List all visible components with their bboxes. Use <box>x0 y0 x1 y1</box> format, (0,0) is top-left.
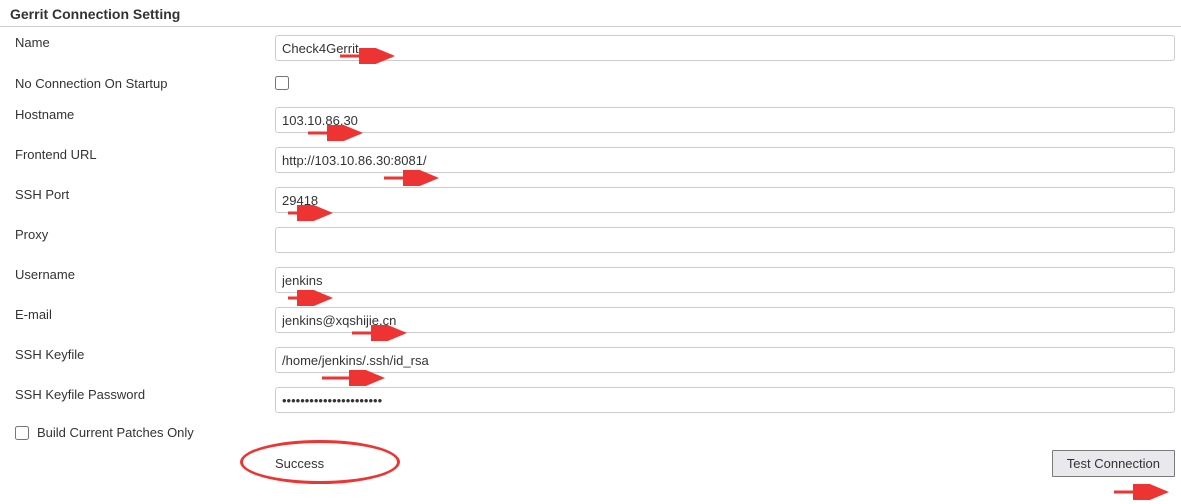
label-name: Name <box>0 35 275 50</box>
label-email: E-mail <box>0 307 275 322</box>
input-ssh-keyfile[interactable] <box>275 347 1175 373</box>
input-email[interactable] <box>275 307 1175 333</box>
input-username[interactable] <box>275 267 1175 293</box>
checkbox-no-conn-startup[interactable] <box>275 76 289 90</box>
label-username: Username <box>0 267 275 282</box>
form-table: Name No Connection On Startup Hostname F… <box>0 27 1181 483</box>
section-title: Gerrit Connection Setting <box>0 0 1181 27</box>
checkbox-build-current[interactable] <box>15 426 29 440</box>
input-name[interactable] <box>275 35 1175 61</box>
input-hostname[interactable] <box>275 107 1175 133</box>
arrow-annotation-icon <box>1112 484 1174 500</box>
test-connection-button[interactable]: Test Connection <box>1052 450 1175 477</box>
label-no-conn-startup: No Connection On Startup <box>0 76 275 91</box>
input-frontend-url[interactable] <box>275 147 1175 173</box>
input-proxy[interactable] <box>275 227 1175 253</box>
input-ssh-port[interactable] <box>275 187 1175 213</box>
label-ssh-port: SSH Port <box>0 187 275 202</box>
label-proxy: Proxy <box>0 227 275 242</box>
label-ssh-keyfile-pw: SSH Keyfile Password <box>0 387 275 402</box>
status-text: Success <box>275 456 324 471</box>
label-hostname: Hostname <box>0 107 275 122</box>
label-build-current: Build Current Patches Only <box>37 425 194 440</box>
label-ssh-keyfile: SSH Keyfile <box>0 347 275 362</box>
label-frontend-url: Frontend URL <box>0 147 275 162</box>
input-ssh-keyfile-pw[interactable] <box>275 387 1175 413</box>
